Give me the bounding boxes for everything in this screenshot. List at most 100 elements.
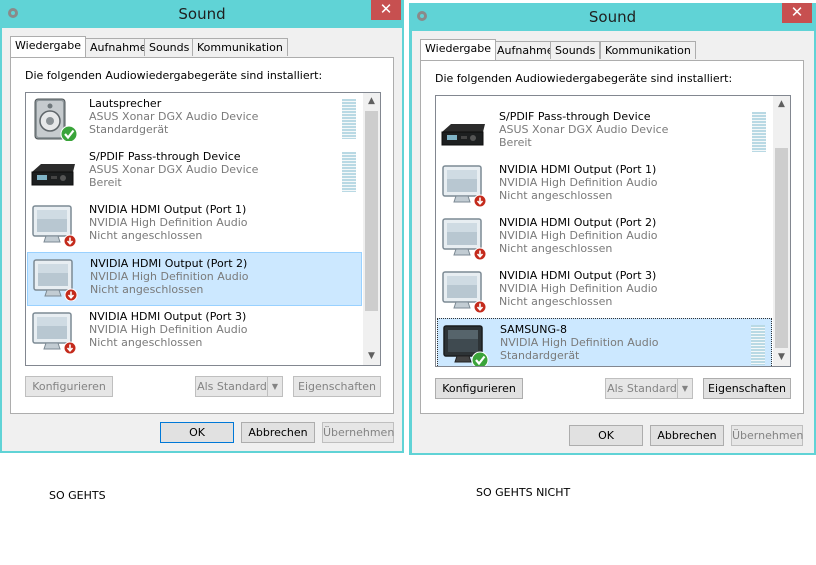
device-status: Bereit xyxy=(499,136,532,149)
device-name: NVIDIA HDMI Output (Port 3) xyxy=(499,269,657,282)
set-default-label: Als Standard xyxy=(607,382,677,395)
volume-meter xyxy=(342,152,356,192)
intro-text: Die folgenden Audiowiedergabegeräte sind… xyxy=(435,72,733,85)
device-driver: NVIDIA High Definition Audio xyxy=(89,216,248,229)
close-button[interactable]: ✕ xyxy=(371,0,401,20)
window-title: Sound xyxy=(178,5,226,23)
volume-meter xyxy=(751,325,765,365)
device-driver: NVIDIA High Definition Audio xyxy=(90,270,249,283)
device-driver: NVIDIA High Definition Audio xyxy=(499,176,658,189)
configure-button[interactable]: Konfigurieren xyxy=(25,376,113,397)
chevron-down-icon[interactable]: ▼ xyxy=(677,379,692,398)
apply-button[interactable]: Übernehmen xyxy=(731,425,803,446)
device-item-hdmi-port-3[interactable]: NVIDIA HDMI Output (Port 3) NVIDIA High … xyxy=(437,265,772,317)
sound-dialog-left: Sound ✕ Wiedergabe Aufnahme Sounds Kommu… xyxy=(0,0,404,453)
device-status: Standardgerät xyxy=(500,349,580,362)
device-name: NVIDIA HDMI Output (Port 3) xyxy=(89,310,247,323)
tab-panel: Die folgenden Audiowiedergabegeräte sind… xyxy=(420,60,804,414)
tab-wiedergabe[interactable]: Wiedergabe xyxy=(420,39,497,60)
device-status: Bereit xyxy=(89,176,122,189)
device-status: Nicht angeschlossen xyxy=(499,189,613,202)
device-name: Lautsprecher xyxy=(89,97,162,110)
device-item-samsung-8[interactable]: SAMSUNG-8 NVIDIA High Definition Audio S… xyxy=(437,318,772,366)
caption-does-not-work: SO GEHTS NICHT xyxy=(476,486,571,499)
device-driver: NVIDIA High Definition Audio xyxy=(500,336,659,349)
tab-aufnahme[interactable]: Aufnahme xyxy=(492,41,559,59)
monitor-disconnected-icon xyxy=(32,205,77,247)
device-status: Nicht angeschlossen xyxy=(499,295,613,308)
device-name: NVIDIA HDMI Output (Port 2) xyxy=(90,257,248,270)
intro-text: Die folgenden Audiowiedergabegeräte sind… xyxy=(25,69,323,82)
tab-wiedergabe[interactable]: Wiedergabe xyxy=(10,36,87,57)
monitor-disconnected-icon xyxy=(442,271,487,313)
set-default-button[interactable]: Als Standard ▼ xyxy=(195,376,283,397)
monitor-disconnected-icon xyxy=(32,312,77,354)
sound-dialog-right: Sound ✕ Wiedergabe Aufnahme Sounds Kommu… xyxy=(409,3,816,455)
volume-meter xyxy=(752,112,766,152)
tab-aufnahme[interactable]: Aufnahme xyxy=(85,38,152,56)
tab-sounds[interactable]: Sounds xyxy=(144,38,195,56)
monitor-default-icon xyxy=(443,325,490,366)
scrollbar-thumb[interactable] xyxy=(775,148,788,348)
device-item-hdmi-port-2[interactable]: NVIDIA HDMI Output (Port 2) NVIDIA High … xyxy=(437,212,772,264)
device-name: NVIDIA HDMI Output (Port 1) xyxy=(499,163,657,176)
device-driver: NVIDIA High Definition Audio xyxy=(89,323,248,336)
device-name: NVIDIA HDMI Output (Port 1) xyxy=(89,203,247,216)
caption-works: SO GEHTS xyxy=(49,489,106,502)
window-title: Sound xyxy=(588,8,637,26)
device-name: NVIDIA HDMI Output (Port 2) xyxy=(499,216,657,229)
monitor-disconnected-icon xyxy=(33,259,78,301)
scrollbar-thumb[interactable] xyxy=(365,111,378,311)
device-name: S/PDIF Pass-through Device xyxy=(499,110,651,123)
dialog-client: Wiedergabe Aufnahme Sounds Kommunikation… xyxy=(2,28,402,451)
list-scrollbar[interactable]: ▲ ▼ xyxy=(363,93,380,365)
cancel-button[interactable]: Abbrechen xyxy=(650,425,724,446)
set-default-button[interactable]: Als Standard ▼ xyxy=(605,378,693,399)
monitor-disconnected-icon xyxy=(442,218,487,260)
device-item-hdmi-port-2[interactable]: NVIDIA HDMI Output (Port 2) NVIDIA High … xyxy=(27,252,362,306)
chevron-down-icon[interactable]: ▼ xyxy=(773,349,790,366)
device-driver: ASUS Xonar DGX Audio Device xyxy=(89,110,259,123)
tab-kommunikation[interactable]: Kommunikation xyxy=(192,38,288,56)
device-status: Nicht angeschlossen xyxy=(90,283,204,296)
ok-button[interactable]: OK xyxy=(569,425,643,446)
device-status: Nicht angeschlossen xyxy=(499,242,613,255)
device-status: Nicht angeschlossen xyxy=(89,229,203,242)
configure-button[interactable]: Konfigurieren xyxy=(435,378,523,399)
device-driver: NVIDIA High Definition Audio xyxy=(499,282,658,295)
device-item-hdmi-port-3[interactable]: NVIDIA HDMI Output (Port 3) NVIDIA High … xyxy=(27,306,362,358)
apply-button[interactable]: Übernehmen xyxy=(322,422,394,443)
spdif-receiver-icon xyxy=(31,163,76,186)
monitor-disconnected-icon xyxy=(442,165,487,207)
list-scrollbar[interactable]: ▲ ▼ xyxy=(773,96,790,366)
device-item-hdmi-port-1[interactable]: NVIDIA HDMI Output (Port 1) NVIDIA High … xyxy=(27,199,362,251)
device-name: S/PDIF Pass-through Device xyxy=(89,150,241,163)
device-item-spdif[interactable]: S/PDIF Pass-through Device ASUS Xonar DG… xyxy=(437,106,772,158)
tab-strip: Wiedergabe Aufnahme Sounds Kommunikation xyxy=(10,36,390,58)
properties-button[interactable]: Eigenschaften xyxy=(293,376,381,397)
device-item-hdmi-port-1[interactable]: NVIDIA HDMI Output (Port 1) NVIDIA High … xyxy=(437,159,772,211)
set-default-label: Als Standard xyxy=(197,380,267,393)
dialog-client: Wiedergabe Aufnahme Sounds Kommunikation… xyxy=(412,31,814,453)
chevron-down-icon[interactable]: ▼ xyxy=(267,377,282,396)
spdif-receiver-icon xyxy=(441,123,486,146)
tab-panel: Die folgenden Audiowiedergabegeräte sind… xyxy=(10,57,394,414)
tab-kommunikation[interactable]: Kommunikation xyxy=(600,41,696,59)
tab-sounds[interactable]: Sounds xyxy=(550,41,601,59)
device-item-lautsprecher[interactable]: Lautsprecher ASUS Xonar DGX Audio Device… xyxy=(27,93,362,145)
device-driver: ASUS Xonar DGX Audio Device xyxy=(89,163,259,176)
ok-button[interactable]: OK xyxy=(160,422,234,443)
device-status: Standardgerät xyxy=(89,123,169,136)
chevron-up-icon[interactable]: ▲ xyxy=(773,96,790,113)
chevron-up-icon[interactable]: ▲ xyxy=(363,93,380,110)
cancel-button[interactable]: Abbrechen xyxy=(241,422,315,443)
device-list: S/PDIF Pass-through Device ASUS Xonar DG… xyxy=(435,95,791,367)
close-button[interactable]: ✕ xyxy=(782,3,812,23)
device-status: Nicht angeschlossen xyxy=(89,336,203,349)
device-name: SAMSUNG-8 xyxy=(500,323,567,336)
chevron-down-icon[interactable]: ▼ xyxy=(363,348,380,365)
device-driver: NVIDIA High Definition Audio xyxy=(499,229,658,242)
device-item-spdif[interactable]: S/PDIF Pass-through Device ASUS Xonar DG… xyxy=(27,146,362,198)
properties-button[interactable]: Eigenschaften xyxy=(703,378,791,399)
volume-meter xyxy=(342,99,356,139)
